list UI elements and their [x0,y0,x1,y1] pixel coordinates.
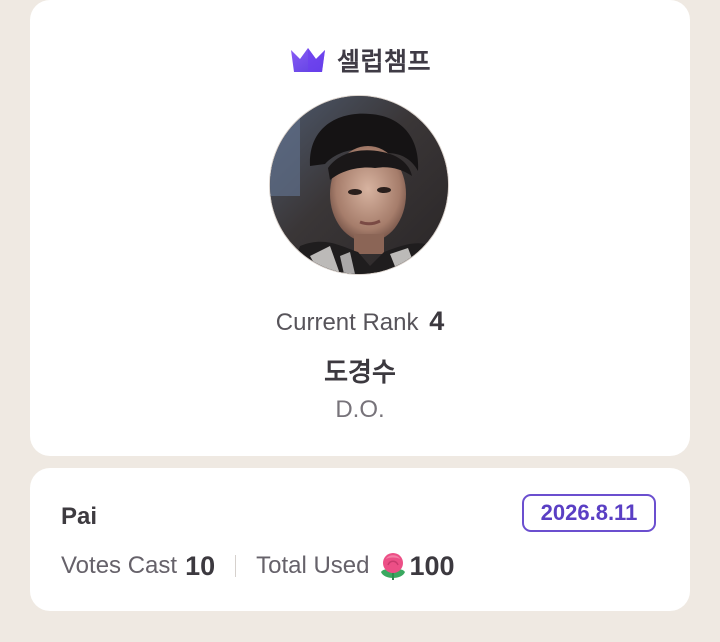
brand-header: 셀럽챔프 [30,42,690,78]
profile-card: 셀럽챔프 Current Rank 4 도경수 D.O. [30,0,690,456]
crown-icon [289,45,327,75]
celebrity-name-korean: 도경수 [324,358,396,388]
total-used-label: Total Used [256,552,370,579]
votes-cast-value: 10 [185,550,216,581]
total-used-value: 100 [409,550,455,581]
voter-name: Pai [61,503,98,530]
date-badge: 2026.8.11 [522,494,656,532]
rank-label: Current Rank [275,309,419,336]
flower-icon [378,550,408,582]
celebrity-name-english: D.O. [335,396,385,423]
rank-value: 4 [429,306,445,336]
avatar[interactable] [270,96,448,274]
vote-stats: Votes Cast 10 Total Used 100 [61,550,455,582]
current-rank: Current Rank 4 [30,306,690,337]
divider [235,555,237,577]
votes-cast-label: Votes Cast [61,552,178,579]
vote-summary-card: Pai 2026.8.11 Votes Cast 10 Total Used 1… [30,468,690,611]
brand-name: 셀럽챔프 [336,47,431,76]
